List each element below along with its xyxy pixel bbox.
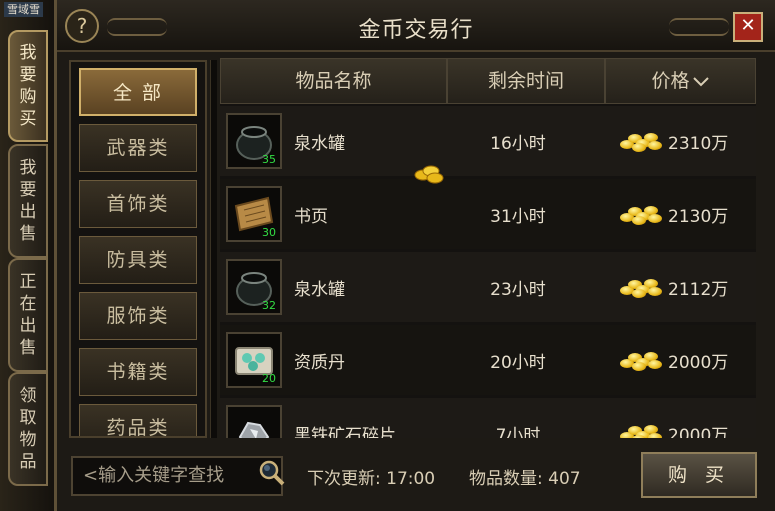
side-tab-char: 正 <box>19 272 37 292</box>
corner-tag: 雪域雪 <box>4 2 43 17</box>
header-time-left[interactable]: 剩余时间 <box>447 58 605 104</box>
gold-coins-icon <box>618 204 664 225</box>
item-time-left: 7小时 <box>495 425 541 439</box>
item-name: 资质丹 <box>294 352 345 373</box>
close-button[interactable]: ✕ <box>733 12 763 42</box>
item-time-left: 23小时 <box>490 279 546 300</box>
tab-collect[interactable]: 领取物品 <box>8 372 48 486</box>
gold-coins-icon <box>618 350 664 371</box>
item-slot[interactable] <box>226 405 282 438</box>
side-tab-char: 我 <box>19 43 37 63</box>
item-name: 泉水罐 <box>294 133 345 154</box>
header-price-label: 价格 <box>651 70 690 92</box>
category-jewelry[interactable]: 首饰类 <box>79 180 197 228</box>
table-header: 物品名称 剩余时间 价格 <box>220 58 756 104</box>
chevron-down-icon <box>692 76 709 86</box>
item-time-left: 20小时 <box>490 352 546 373</box>
side-tab-char: 买 <box>19 109 37 129</box>
item-quantity: 20 <box>262 372 276 385</box>
category-scrollbar[interactable] <box>210 60 217 438</box>
item-slot[interactable]: 30 <box>226 186 282 242</box>
side-tab-char: 品 <box>19 452 37 472</box>
side-tab-char: 在 <box>19 294 37 314</box>
side-tab-char: 要 <box>19 180 37 200</box>
side-tab-char: 出 <box>19 202 37 222</box>
side-tab-char: 售 <box>19 224 37 244</box>
item-price: 2000万 <box>668 352 729 373</box>
tab-sell[interactable]: 我要出售 <box>8 144 48 258</box>
item-time-left: 16小时 <box>490 133 546 154</box>
item-quantity: 32 <box>262 299 276 312</box>
item-time-left: 31小时 <box>490 206 546 227</box>
side-tab-char: 售 <box>19 338 37 358</box>
buy-button[interactable]: 购 买 <box>641 452 757 498</box>
item-quantity: 35 <box>262 153 276 166</box>
table-row[interactable]: 黑铁矿石碎片 7小时 2000万 <box>220 398 756 438</box>
gold-coins-icon <box>618 131 664 152</box>
gold-coins-icon <box>414 165 444 184</box>
next-refresh-label: 下次更新: 17:00 <box>307 469 436 489</box>
item-name: 书页 <box>294 206 328 227</box>
category-clothing[interactable]: 服饰类 <box>79 292 197 340</box>
side-tab-char: 出 <box>19 316 37 336</box>
gold-coins-icon <box>618 277 664 298</box>
item-slot[interactable]: 35 <box>226 113 282 169</box>
category-books[interactable]: 书籍类 <box>79 348 197 396</box>
trade-window: 雪域雪 我要购买 我要出售 正在出售 领取物品 ? 金币交易行 ✕ 全 部 武器… <box>0 0 775 511</box>
item-name: 黑铁矿石碎片 <box>294 425 396 439</box>
item-price: 2000万 <box>668 425 729 439</box>
ore-icon <box>228 407 280 438</box>
tab-buy[interactable]: 我要购买 <box>8 30 48 142</box>
category-all[interactable]: 全 部 <box>79 68 197 116</box>
main-frame: ? 金币交易行 ✕ 全 部 武器类 首饰类 防具类 服饰类 书籍类 药品类 物品… <box>54 0 775 511</box>
item-price: 2130万 <box>668 206 729 227</box>
title-bar: ? 金币交易行 ✕ <box>57 0 775 52</box>
side-tab-char: 物 <box>19 430 37 450</box>
window-title: 金币交易行 <box>358 18 474 43</box>
tab-on-sale[interactable]: 正在出售 <box>8 258 48 372</box>
search-icon[interactable] <box>257 458 285 486</box>
side-tab-char: 我 <box>19 158 37 178</box>
item-slot[interactable]: 32 <box>226 259 282 315</box>
listing-table: 物品名称 剩余时间 价格 35 泉水罐 16小时 2310万 30 书页 31小时 2130万… <box>220 58 756 438</box>
table-row[interactable]: 35 泉水罐 16小时 2310万 <box>220 106 756 176</box>
table-row[interactable]: 30 书页 31小时 2130万 <box>220 179 756 249</box>
item-price: 2112万 <box>668 279 729 300</box>
item-slot[interactable]: 20 <box>226 332 282 388</box>
side-tab-char: 要 <box>19 65 37 85</box>
search-input[interactable]: <输入关键字查找 <box>71 456 283 496</box>
category-potions[interactable]: 药品类 <box>79 404 197 436</box>
item-price: 2310万 <box>668 133 729 154</box>
side-tab-strip: 雪域雪 我要购买 我要出售 正在出售 领取物品 <box>0 0 56 511</box>
item-count-label: 物品数量: 407 <box>469 469 581 489</box>
side-tab-char: 取 <box>19 408 37 428</box>
category-weapons[interactable]: 武器类 <box>79 124 197 172</box>
header-price[interactable]: 价格 <box>605 58 756 104</box>
item-name: 泉水罐 <box>294 279 345 300</box>
side-tab-char: 领 <box>19 386 37 406</box>
category-panel: 全 部 武器类 首饰类 防具类 服饰类 书籍类 药品类 <box>69 60 207 438</box>
gold-coins-icon <box>618 423 664 438</box>
item-quantity: 30 <box>262 226 276 239</box>
table-row[interactable]: 32 泉水罐 23小时 2112万 <box>220 252 756 322</box>
side-tab-char: 购 <box>19 87 37 107</box>
category-armor[interactable]: 防具类 <box>79 236 197 284</box>
header-item-name[interactable]: 物品名称 <box>220 58 447 104</box>
table-row[interactable]: 20 资质丹 20小时 2000万 <box>220 325 756 395</box>
